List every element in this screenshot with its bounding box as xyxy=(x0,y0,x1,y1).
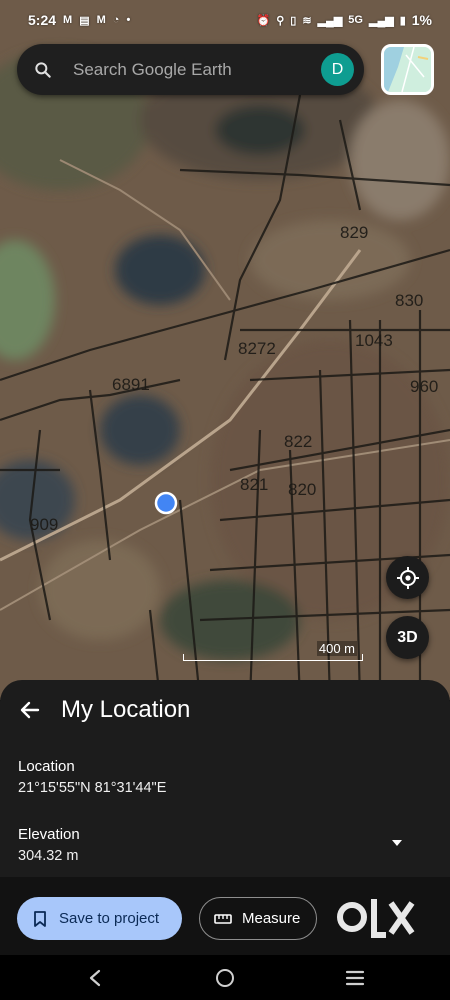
parcel-label: 829 xyxy=(340,223,368,242)
back-arrow-icon[interactable] xyxy=(18,698,42,722)
measure-label: Measure xyxy=(242,910,301,927)
ruler-icon xyxy=(214,913,232,924)
search-input[interactable] xyxy=(73,59,321,80)
parcel-label: 830 xyxy=(395,291,423,310)
volte-icon: ≋ xyxy=(302,14,312,27)
measure-button[interactable]: Measure xyxy=(199,897,317,940)
olx-watermark-logo xyxy=(337,899,415,938)
sheet-header: My Location xyxy=(0,680,450,740)
gmail-icon: M xyxy=(96,14,106,26)
elevation-value: 304.32 m xyxy=(18,848,79,864)
expand-dropdown-icon[interactable] xyxy=(390,838,404,848)
nav-recents-button[interactable] xyxy=(342,965,368,991)
avatar[interactable]: D xyxy=(321,53,354,86)
search-bar[interactable]: D xyxy=(17,44,364,95)
parcel-label: 6891 xyxy=(112,375,150,394)
location-label: Location xyxy=(18,758,75,775)
parcel-label: 8272 xyxy=(238,339,276,358)
sheet-title: My Location xyxy=(61,696,191,723)
nav-home-button[interactable] xyxy=(212,965,238,991)
parcel-label: 822 xyxy=(284,432,312,451)
whatsapp-icon: ◔ xyxy=(112,14,120,26)
parcel-label: 960 xyxy=(410,377,438,396)
alarm-icon: ⏰ xyxy=(256,14,271,27)
parcel-label: 909 xyxy=(30,515,58,534)
scale-bar: 400 m xyxy=(183,641,363,661)
parcel-label: 821 xyxy=(240,475,268,494)
locate-me-button[interactable] xyxy=(386,556,429,599)
signal-icon: ▂▄▆ xyxy=(317,14,343,27)
vibrate-icon: ▯ xyxy=(290,14,297,27)
system-nav-bar xyxy=(0,955,450,1000)
location-sheet: My Location Location 21°15'55"N 81°31'44… xyxy=(0,680,450,955)
map-thumbnail-icon xyxy=(384,47,431,92)
menu-lines-icon xyxy=(345,970,365,986)
save-to-project-button[interactable]: Save to project xyxy=(17,897,182,940)
home-circle-icon xyxy=(216,969,234,987)
news-icon: ▤ xyxy=(79,14,90,27)
chevron-left-icon xyxy=(89,969,101,987)
map-layers-button[interactable] xyxy=(381,44,434,95)
toggle-3d-button[interactable]: 3D xyxy=(386,616,429,659)
location-pin-icon: ⚲ xyxy=(276,14,285,27)
dot-icon: • xyxy=(126,14,131,26)
my-location-dot xyxy=(154,491,178,515)
parcel-label: 1043 xyxy=(355,331,393,350)
crosshair-icon xyxy=(396,566,419,589)
location-value: 21°15'55"N 81°31'44"E xyxy=(18,780,167,796)
battery-level: 1% xyxy=(411,12,432,28)
search-icon xyxy=(35,61,51,78)
scale-line xyxy=(183,654,363,661)
elevation-label: Elevation xyxy=(18,826,80,843)
save-label: Save to project xyxy=(59,910,160,927)
gmail-icon: M xyxy=(63,14,73,26)
status-bar: 5:24 M ▤ M ◔ • ⏰ ⚲ ▯ ≋ ▂▄▆ 5G ▂▄▆ ▮ 1% xyxy=(0,0,450,40)
map-imagery: 829 830 1043 8272 6891 822 821 820 960 9… xyxy=(0,0,450,700)
network-type: 5G xyxy=(348,14,363,26)
parcel-label: 820 xyxy=(288,480,316,499)
bookmark-icon xyxy=(34,910,46,927)
battery-icon: ▮ xyxy=(399,14,406,27)
satellite-map[interactable]: 829 830 1043 8272 6891 822 821 820 960 9… xyxy=(0,0,450,700)
status-time: 5:24 xyxy=(28,12,57,28)
nav-back-button[interactable] xyxy=(82,965,108,991)
sheet-actions: Save to project Measure xyxy=(0,877,450,955)
signal-icon: ▂▄▆ xyxy=(368,14,394,27)
